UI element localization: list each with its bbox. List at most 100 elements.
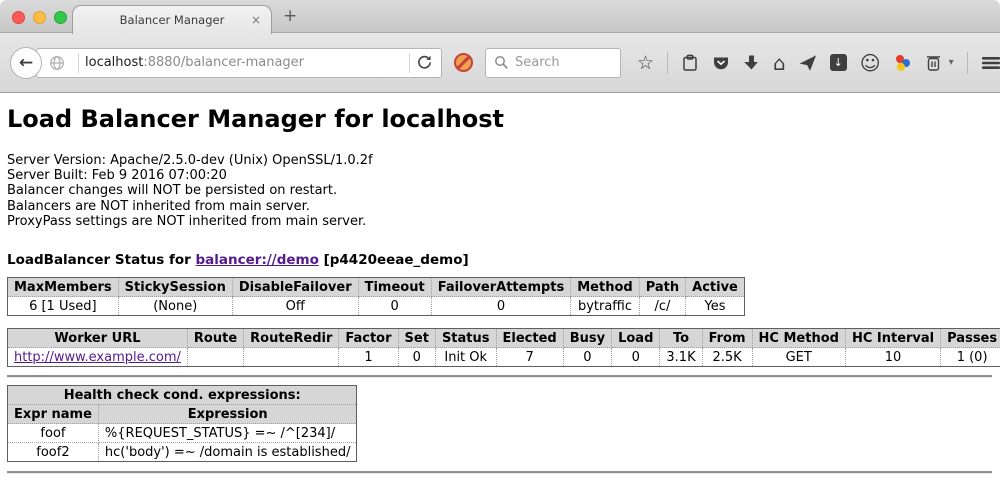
bookmark-star-icon[interactable]: ☆ [637, 54, 654, 72]
overflow-caret-icon[interactable]: ▾ [949, 57, 954, 68]
status-prefix: LoadBalancer Status for [7, 252, 196, 268]
column-header: DisableFailover [232, 278, 358, 297]
table-cell [187, 348, 243, 367]
search-placeholder: Search [515, 55, 560, 70]
table-title-row: Health check cond. expressions: [8, 386, 357, 405]
urlbar-divider [409, 53, 410, 73]
inherit-notice-line: Balancers are NOT inherited from main se… [7, 199, 992, 214]
back-button[interactable]: ← [10, 47, 42, 79]
worker-row: http://www.example.com/ 1 0 Init Ok 7 0 … [8, 348, 1000, 367]
column-header: From [702, 329, 752, 348]
column-header: Set [398, 329, 435, 348]
table-cell: GET [752, 348, 845, 367]
pocket-icon[interactable] [712, 54, 730, 72]
proxypass-notice-line: ProxyPass settings are NOT inherited fro… [7, 214, 992, 229]
table-row: foof %{REQUEST_STATUS} =~ /^[234]/ [8, 424, 357, 443]
colored-dots-extension-icon[interactable] [894, 54, 912, 72]
tab-balancer-manager[interactable]: Balancer Manager × [72, 5, 272, 34]
container-extension-icon[interactable] [925, 54, 942, 72]
tab-close-icon[interactable]: × [251, 13, 261, 27]
column-header: Passes [941, 329, 1000, 348]
column-header: Timeout [358, 278, 431, 297]
health-check-table: Health check cond. expressions: Expr nam… [7, 385, 357, 462]
worker-status-table: Worker URL Route RouteRedir Factor Set S… [7, 328, 1000, 367]
toolbar-divider [667, 52, 668, 74]
worker-url-cell: http://www.example.com/ [8, 348, 188, 367]
table-cell: 0 [398, 348, 435, 367]
address-text[interactable]: localhost:8880/balancer-manager [85, 55, 403, 70]
table-cell: 1 [339, 348, 398, 367]
minimize-window-button[interactable] [33, 11, 46, 24]
expr-name-cell: foof [8, 424, 99, 443]
column-header: Busy [563, 329, 611, 348]
server-built-line: Server Built: Feb 9 2016 07:00:20 [7, 168, 992, 183]
url-bar[interactable]: localhost:8880/balancer-manager [36, 48, 442, 78]
video-download-extension-icon[interactable]: ↓ [830, 54, 847, 71]
toolbar-divider [967, 52, 968, 74]
home-icon[interactable]: ⌂ [773, 54, 786, 72]
loadbalancer-status-heading: LoadBalancer Status for balancer://demo … [7, 252, 992, 268]
worker-url-link[interactable]: http://www.example.com/ [14, 350, 181, 365]
smiley-extension-icon[interactable]: ☺ [860, 54, 881, 72]
column-header: Factor [339, 329, 398, 348]
table-cell: 2.5K [702, 348, 752, 367]
column-header: To [660, 329, 702, 348]
column-header: RouteRedir [244, 329, 339, 348]
server-info: Server Version: Apache/2.5.0-dev (Unix) … [7, 153, 992, 229]
bookmarks-menu-icon[interactable] [681, 54, 699, 72]
expression-cell: hc('body') =~ /domain is established/ [98, 443, 357, 462]
balancer-demo-link[interactable]: balancer://demo [196, 252, 319, 268]
downloads-icon[interactable] [743, 54, 760, 71]
reload-icon[interactable] [416, 54, 433, 71]
page-title: Load Balancer Manager for localhost [7, 105, 992, 133]
persist-notice-line: Balancer changes will NOT be persisted o… [7, 183, 992, 198]
table-cell: 3.1K [660, 348, 702, 367]
search-bar[interactable]: Search [485, 48, 621, 78]
table-row: foof2 hc('body') =~ /domain is establish… [8, 443, 357, 462]
table-cell: 7 [496, 348, 563, 367]
url-domain: localhost [85, 55, 143, 70]
column-header: Route [187, 329, 243, 348]
column-header: HC Method [752, 329, 845, 348]
globe-icon [49, 55, 65, 71]
browser-window: Balancer Manager × + ← localhost:8880/ba… [0, 0, 1000, 491]
new-tab-button[interactable]: + [283, 8, 297, 25]
table-cell: 0 [612, 348, 660, 367]
expression-cell: %{REQUEST_STATUS} =~ /^[234]/ [98, 424, 357, 443]
column-header: Active [686, 278, 745, 297]
column-header: Method [571, 278, 639, 297]
table-cell: Off [232, 297, 358, 316]
status-suffix: [p4420eeae_demo] [319, 252, 469, 268]
table-cell: 0 [358, 297, 431, 316]
table-cell: 0 [431, 297, 571, 316]
table-cell: 1 (0) [941, 348, 1000, 367]
window-controls [12, 11, 67, 24]
table-cell: Yes [686, 297, 745, 316]
table-header-row: Expr name Expression [8, 405, 357, 424]
send-tab-icon[interactable] [799, 54, 817, 72]
close-window-button[interactable] [12, 11, 25, 24]
plugin-blocked-icon[interactable] [454, 53, 473, 72]
table-cell [244, 348, 339, 367]
column-header: MaxMembers [8, 278, 119, 297]
column-header: StickySession [118, 278, 232, 297]
server-version-line: Server Version: Apache/2.5.0-dev (Unix) … [7, 153, 992, 168]
column-header: Expr name [8, 405, 99, 424]
zoom-window-button[interactable] [54, 11, 67, 24]
section-divider [7, 375, 992, 378]
table-cell: 6 [1 Used] [8, 297, 119, 316]
column-header: FailoverAttempts [431, 278, 571, 297]
expr-name-cell: foof2 [8, 443, 99, 462]
table-row: 6 [1 Used] (None) Off 0 0 bytraffic /c/ … [8, 297, 745, 316]
title-bar: Balancer Manager × + [0, 0, 1000, 33]
column-header: Status [435, 329, 496, 348]
column-header: Elected [496, 329, 563, 348]
table-header-row: Worker URL Route RouteRedir Factor Set S… [8, 329, 1000, 348]
table-cell: 10 [845, 348, 940, 367]
menu-hamburger-icon[interactable] [981, 55, 1000, 71]
balancer-settings-table: MaxMembers StickySession DisableFailover… [7, 277, 745, 316]
page-bottom-divider [7, 471, 992, 474]
column-header: Path [639, 278, 685, 297]
urlbar-divider [78, 53, 79, 73]
health-table-title: Health check cond. expressions: [8, 386, 357, 405]
